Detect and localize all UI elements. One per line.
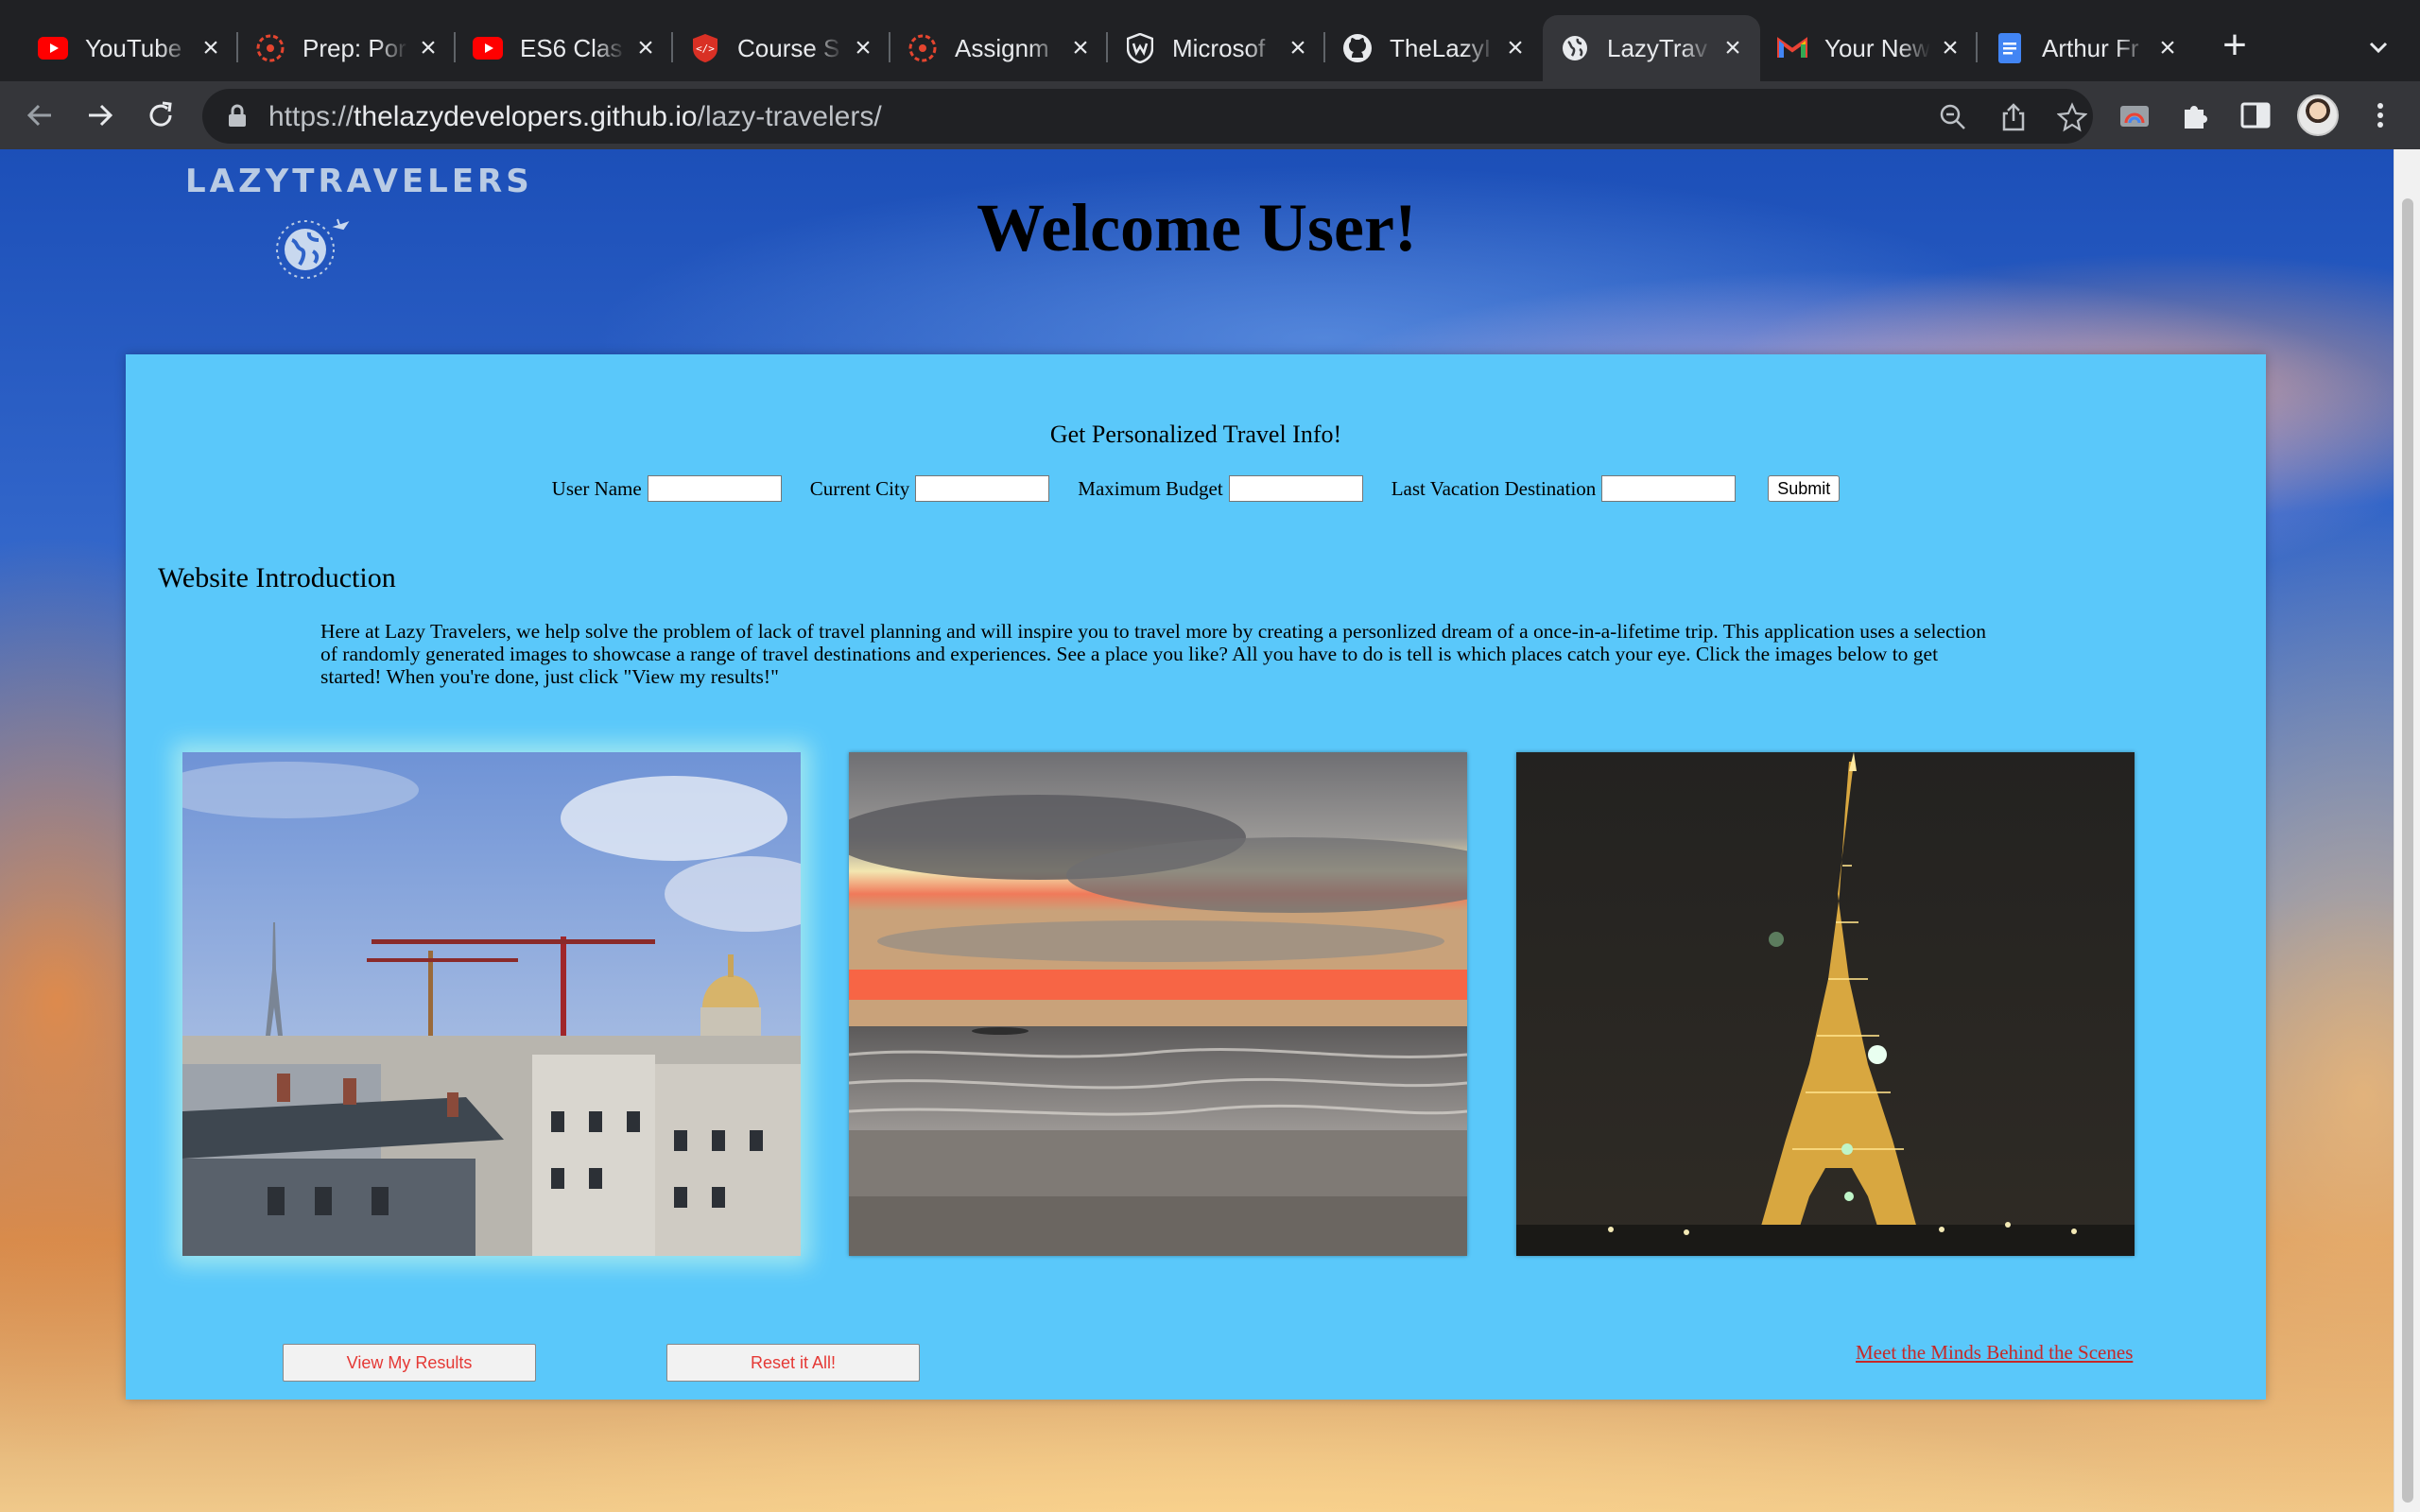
tab-prep[interactable]: Prep: Por × xyxy=(238,15,456,81)
zoom-icon[interactable] xyxy=(1938,102,1968,132)
maximum-budget-label: Maximum Budget xyxy=(1078,476,1223,500)
tab-microsoft[interactable]: Microsof × xyxy=(1108,15,1325,81)
travel-info-form: User Name Current City Maximum Budget La… xyxy=(126,475,2266,502)
forward-button[interactable] xyxy=(79,94,121,136)
close-icon[interactable]: × xyxy=(1936,32,1964,63)
close-icon[interactable]: × xyxy=(414,32,442,63)
back-button[interactable] xyxy=(19,94,60,136)
share-icon[interactable] xyxy=(1998,102,2029,132)
tab-title: TheLazyI xyxy=(1390,33,1491,62)
page-viewport: LAZYTRAVELERS Welcome User! Get Personal… xyxy=(0,149,2394,1512)
browser-toolbar: https://thelazydevelopers.github.io/lazy… xyxy=(0,81,2420,149)
tab-course[interactable]: </> Course S × xyxy=(673,15,890,81)
tab-title: YouTube xyxy=(85,33,182,62)
tab-title: LazyTrav xyxy=(1607,33,1707,62)
tab-title: Prep: Por xyxy=(302,33,406,62)
intro-paragraph: Here at Lazy Travelers, we help solve th… xyxy=(320,620,1987,688)
tab-arthur-docs[interactable]: Arthur Fr × xyxy=(1978,15,2195,81)
tab-gmail[interactable]: Your New × xyxy=(1760,15,1978,81)
current-city-field[interactable] xyxy=(915,475,1050,502)
docs-icon xyxy=(1995,33,2025,63)
url-path: /lazy-travelers/ xyxy=(697,101,882,132)
globe-icon xyxy=(1560,33,1590,63)
tab-youtube[interactable]: YouTube × xyxy=(21,15,238,81)
extension-rainbow-icon[interactable] xyxy=(2118,98,2152,132)
tab-title: Arthur Fr xyxy=(2042,33,2139,62)
close-icon[interactable]: × xyxy=(2153,32,2182,63)
view-results-button[interactable]: View My Results xyxy=(283,1344,536,1382)
meet-team-link[interactable]: Meet the Minds Behind the Scenes xyxy=(1856,1341,2133,1365)
url-host: thelazydevelopers.github.io xyxy=(354,101,698,132)
maximum-budget-field[interactable] xyxy=(1228,475,1363,502)
youtube-icon xyxy=(473,33,503,63)
main-card: Get Personalized Travel Info! User Name … xyxy=(126,354,2266,1400)
profile-avatar[interactable] xyxy=(2297,94,2339,136)
tab-search-button[interactable] xyxy=(2360,28,2397,66)
tab-es6-classes[interactable]: ES6 Clas × xyxy=(456,15,673,81)
address-bar[interactable]: https://thelazydevelopers.github.io/lazy… xyxy=(202,89,2093,144)
puzzle-icon[interactable] xyxy=(2179,98,2213,132)
last-vacation-label: Last Vacation Destination xyxy=(1391,476,1597,500)
tab-title: Course S xyxy=(737,33,840,62)
close-icon[interactable]: × xyxy=(1501,32,1530,63)
close-icon[interactable]: × xyxy=(1066,32,1095,63)
scrollbar-thumb[interactable] xyxy=(2402,198,2413,1503)
last-vacation-field[interactable] xyxy=(1601,475,1737,502)
tab-github[interactable]: TheLazyI × xyxy=(1325,15,1543,81)
more-vert-icon[interactable] xyxy=(2363,98,2397,132)
browser-tab-strip: YouTube × Prep: Por × ES6 Clas × </> Cou… xyxy=(0,0,2420,81)
page-title: Welcome User! xyxy=(977,190,1417,266)
reset-all-button[interactable]: Reset it All! xyxy=(666,1344,920,1382)
reload-button[interactable] xyxy=(140,94,182,136)
close-icon[interactable]: × xyxy=(1719,32,1747,63)
close-icon[interactable]: × xyxy=(1284,32,1312,63)
tab-lazytravelers[interactable]: LazyTrav × xyxy=(1543,15,1760,81)
side-panel-icon[interactable] xyxy=(2238,98,2273,132)
tab-title: Your New xyxy=(1824,33,1930,62)
close-icon[interactable]: × xyxy=(197,32,225,63)
youtube-icon xyxy=(38,33,68,63)
travel-photo-eiffel-night[interactable] xyxy=(1516,752,2135,1256)
tab-assignment[interactable]: Assignm × xyxy=(890,15,1108,81)
lock-icon[interactable] xyxy=(225,104,250,129)
url-text[interactable]: https://thelazydevelopers.github.io/lazy… xyxy=(268,101,882,133)
github-icon xyxy=(1342,33,1373,63)
shield-code-icon: </> xyxy=(690,33,720,63)
current-city-label: Current City xyxy=(809,476,910,500)
tab-title: ES6 Clas xyxy=(520,33,623,62)
arrow-left-icon xyxy=(26,104,51,127)
close-icon[interactable]: × xyxy=(849,32,877,63)
intro-heading: Website Introduction xyxy=(158,562,396,593)
user-name-field[interactable] xyxy=(647,475,782,502)
gmail-icon xyxy=(1777,33,1807,63)
microsoft-shield-icon xyxy=(1125,33,1155,63)
submit-button[interactable]: Submit xyxy=(1768,475,1841,502)
travel-photo-paris-rooftops[interactable] xyxy=(182,752,801,1256)
canvas-icon xyxy=(255,33,285,63)
canvas-icon xyxy=(908,33,938,63)
arrow-right-icon xyxy=(89,104,113,127)
close-icon[interactable]: × xyxy=(631,32,660,63)
chevron-down-icon xyxy=(2369,42,2388,54)
reload-icon xyxy=(149,101,172,127)
url-scheme: https:// xyxy=(268,101,354,132)
travel-photo-beach-sunset[interactable] xyxy=(849,752,1467,1256)
form-title: Get Personalized Travel Info! xyxy=(1049,421,1342,448)
new-tab-button[interactable]: + xyxy=(2212,25,2257,70)
star-icon[interactable] xyxy=(2057,102,2087,132)
svg-text:</>: </> xyxy=(696,43,715,55)
tab-title: Assignm xyxy=(955,33,1049,62)
user-name-label: User Name xyxy=(551,476,642,500)
tab-title: Microsof xyxy=(1172,33,1266,62)
